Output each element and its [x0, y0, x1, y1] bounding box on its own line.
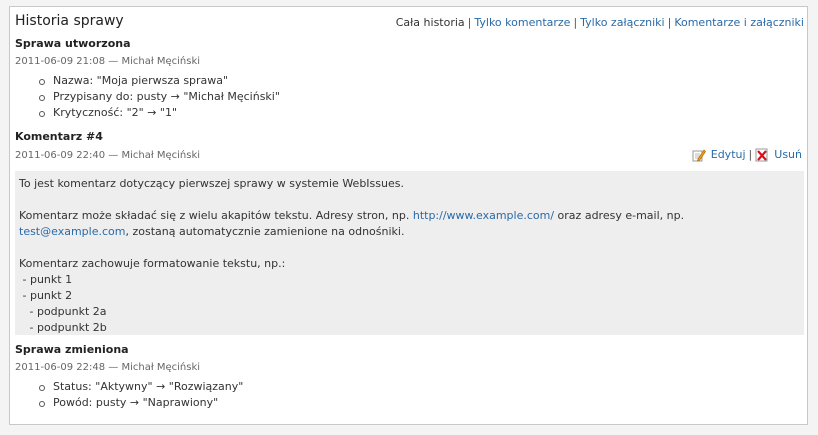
history-filters: Cała historia | Tylko komentarze | Tylko zał… [396, 16, 804, 29]
comment-line: Komentarz zachowuje formatowanie tekstu,… [19, 257, 286, 270]
comment-blank-line [19, 192, 800, 208]
filter-comments-only[interactable]: Tylko komentarze [474, 16, 570, 29]
comment-text: , zostaną automatycznie zamienione na od… [125, 225, 405, 238]
comment-title: Komentarz #4 [15, 130, 103, 143]
comment-actions: Edytuj | Usuń [692, 148, 802, 162]
change-item: Krytyczność: "2" → "1" [39, 105, 280, 121]
change-item: Przypisany do: pusty → "Michał Męciński" [39, 90, 280, 103]
action-separator: | [748, 148, 753, 161]
comment-line: To jest komentarz dotyczący pierwszej sp… [19, 177, 404, 190]
filter-separator: | [667, 16, 672, 29]
comment-body: To jest komentarz dotyczący pierwszej sp… [15, 171, 804, 335]
issue-history-panel: Historia sprawy Cała historia | Tylko kome… [9, 6, 808, 425]
comment-line: - podpunkt 2b [19, 321, 107, 334]
filter-all-history: Cała historia [395, 16, 465, 29]
edit-comment-link[interactable]: Edytuj [711, 148, 746, 161]
filter-separator: | [467, 16, 472, 29]
history-header: Historia sprawy Cała historia | Tylko kome… [15, 13, 804, 33]
comment-meta: 2011-06-09 22:40 — Michał Męciński [15, 150, 201, 161]
filter-attachments-only[interactable]: Tylko załączniki [580, 16, 664, 29]
created-section-title: Sprawa utworzona [15, 37, 131, 50]
delete-icon [755, 148, 769, 162]
comment-line: test@example.com, zostaną automatycznie … [19, 224, 800, 240]
created-changes-list: Nazwa: "Moja pierwsza sprawa" Przypisany… [15, 73, 280, 121]
comment-line: - podpunkt 2a [19, 305, 107, 318]
filter-comments-and-attachments[interactable]: Komentarze i załączniki [674, 16, 804, 29]
comment-line: - punkt 2 [19, 289, 73, 302]
change-item: Nazwa: "Moja pierwsza sprawa" [39, 73, 280, 89]
changed-changes-list: Status: "Aktywny" → "Rozwiązany" Powód: … [15, 379, 243, 411]
edit-pencil-icon [692, 148, 706, 162]
url-link[interactable]: http://www.example.com/ [413, 209, 554, 222]
comment-line: - punkt 1 [19, 273, 73, 286]
email-link[interactable]: test@example.com [19, 225, 125, 238]
comment-line: Komentarz może składać się z wielu akapi… [19, 208, 800, 224]
change-item: Powód: pusty → "Naprawiony" [38, 395, 243, 411]
panel-title: Historia sprawy [15, 13, 124, 29]
change-item: Status: "Aktywny" → "Rozwiązany" [38, 380, 244, 393]
comment-text: oraz adresy e-mail, np. [554, 209, 685, 222]
comment-blank-line [19, 240, 800, 256]
changed-section-title: Sprawa zmieniona [15, 343, 129, 356]
delete-comment-link[interactable]: Usuń [774, 148, 802, 161]
created-meta: 2011-06-09 21:08 — Michał Męciński [15, 56, 201, 67]
comment-text: Komentarz może składać się z wielu akapi… [19, 209, 413, 222]
changed-meta: 2011-06-09 22:48 — Michał Męciński [15, 362, 201, 373]
filter-separator: | [573, 16, 578, 29]
